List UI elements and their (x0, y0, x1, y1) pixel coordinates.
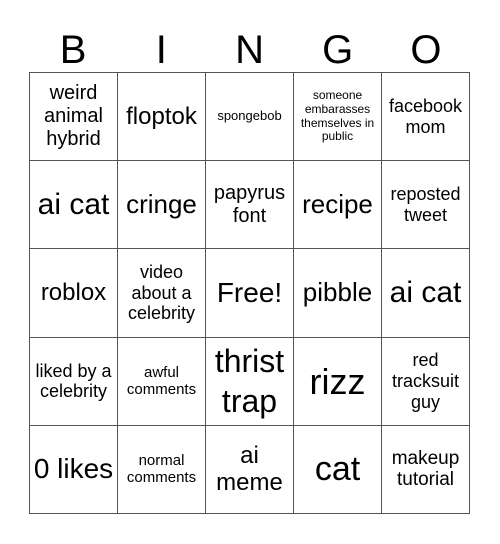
bingo-cell[interactable]: cringe (118, 161, 206, 250)
bingo-cell[interactable]: awful comments (118, 337, 206, 426)
bingo-cell[interactable]: makeup tutorial (382, 425, 470, 514)
bingo-cell[interactable]: ai meme (206, 425, 294, 514)
bingo-cell[interactable]: weird animal hybrid (30, 73, 118, 162)
bingo-cell[interactable]: rizz (294, 337, 382, 426)
header-letter-g: G (322, 28, 354, 72)
bingo-cell[interactable]: spongebob (206, 73, 294, 162)
bingo-cell[interactable]: normal comments (118, 425, 206, 514)
bingo-cell[interactable]: facebook mom (382, 73, 470, 162)
bingo-header: B I N G O (29, 28, 470, 72)
free-space-cell[interactable]: Free! (206, 249, 294, 338)
bingo-cell[interactable]: reposted tweet (382, 161, 470, 250)
bingo-cell[interactable]: cat (294, 425, 382, 514)
bingo-cell[interactable]: thrist trap (206, 337, 294, 426)
header-letter-i: I (155, 28, 167, 72)
bingo-grid: weird animal hybrid floptok spongebob so… (29, 72, 470, 514)
bingo-cell[interactable]: someone embarasses themselves in public (294, 73, 382, 162)
bingo-cell[interactable]: pibble (294, 249, 382, 338)
bingo-cell[interactable]: floptok (118, 73, 206, 162)
header-letter-b: B (59, 28, 87, 72)
bingo-cell[interactable]: video about a celebrity (118, 249, 206, 338)
header-letter-n: N (235, 28, 264, 72)
bingo-cell[interactable]: 0 likes (30, 425, 118, 514)
bingo-cell[interactable]: liked by a celebrity (30, 337, 118, 426)
bingo-cell[interactable]: papyrus font (206, 161, 294, 250)
bingo-cell[interactable]: recipe (294, 161, 382, 250)
bingo-cell[interactable]: ai cat (30, 161, 118, 250)
bingo-cell[interactable]: red tracksuit guy (382, 337, 470, 426)
bingo-cell[interactable]: roblox (30, 249, 118, 338)
header-letter-o: O (410, 28, 442, 72)
bingo-cell[interactable]: ai cat (382, 249, 470, 338)
